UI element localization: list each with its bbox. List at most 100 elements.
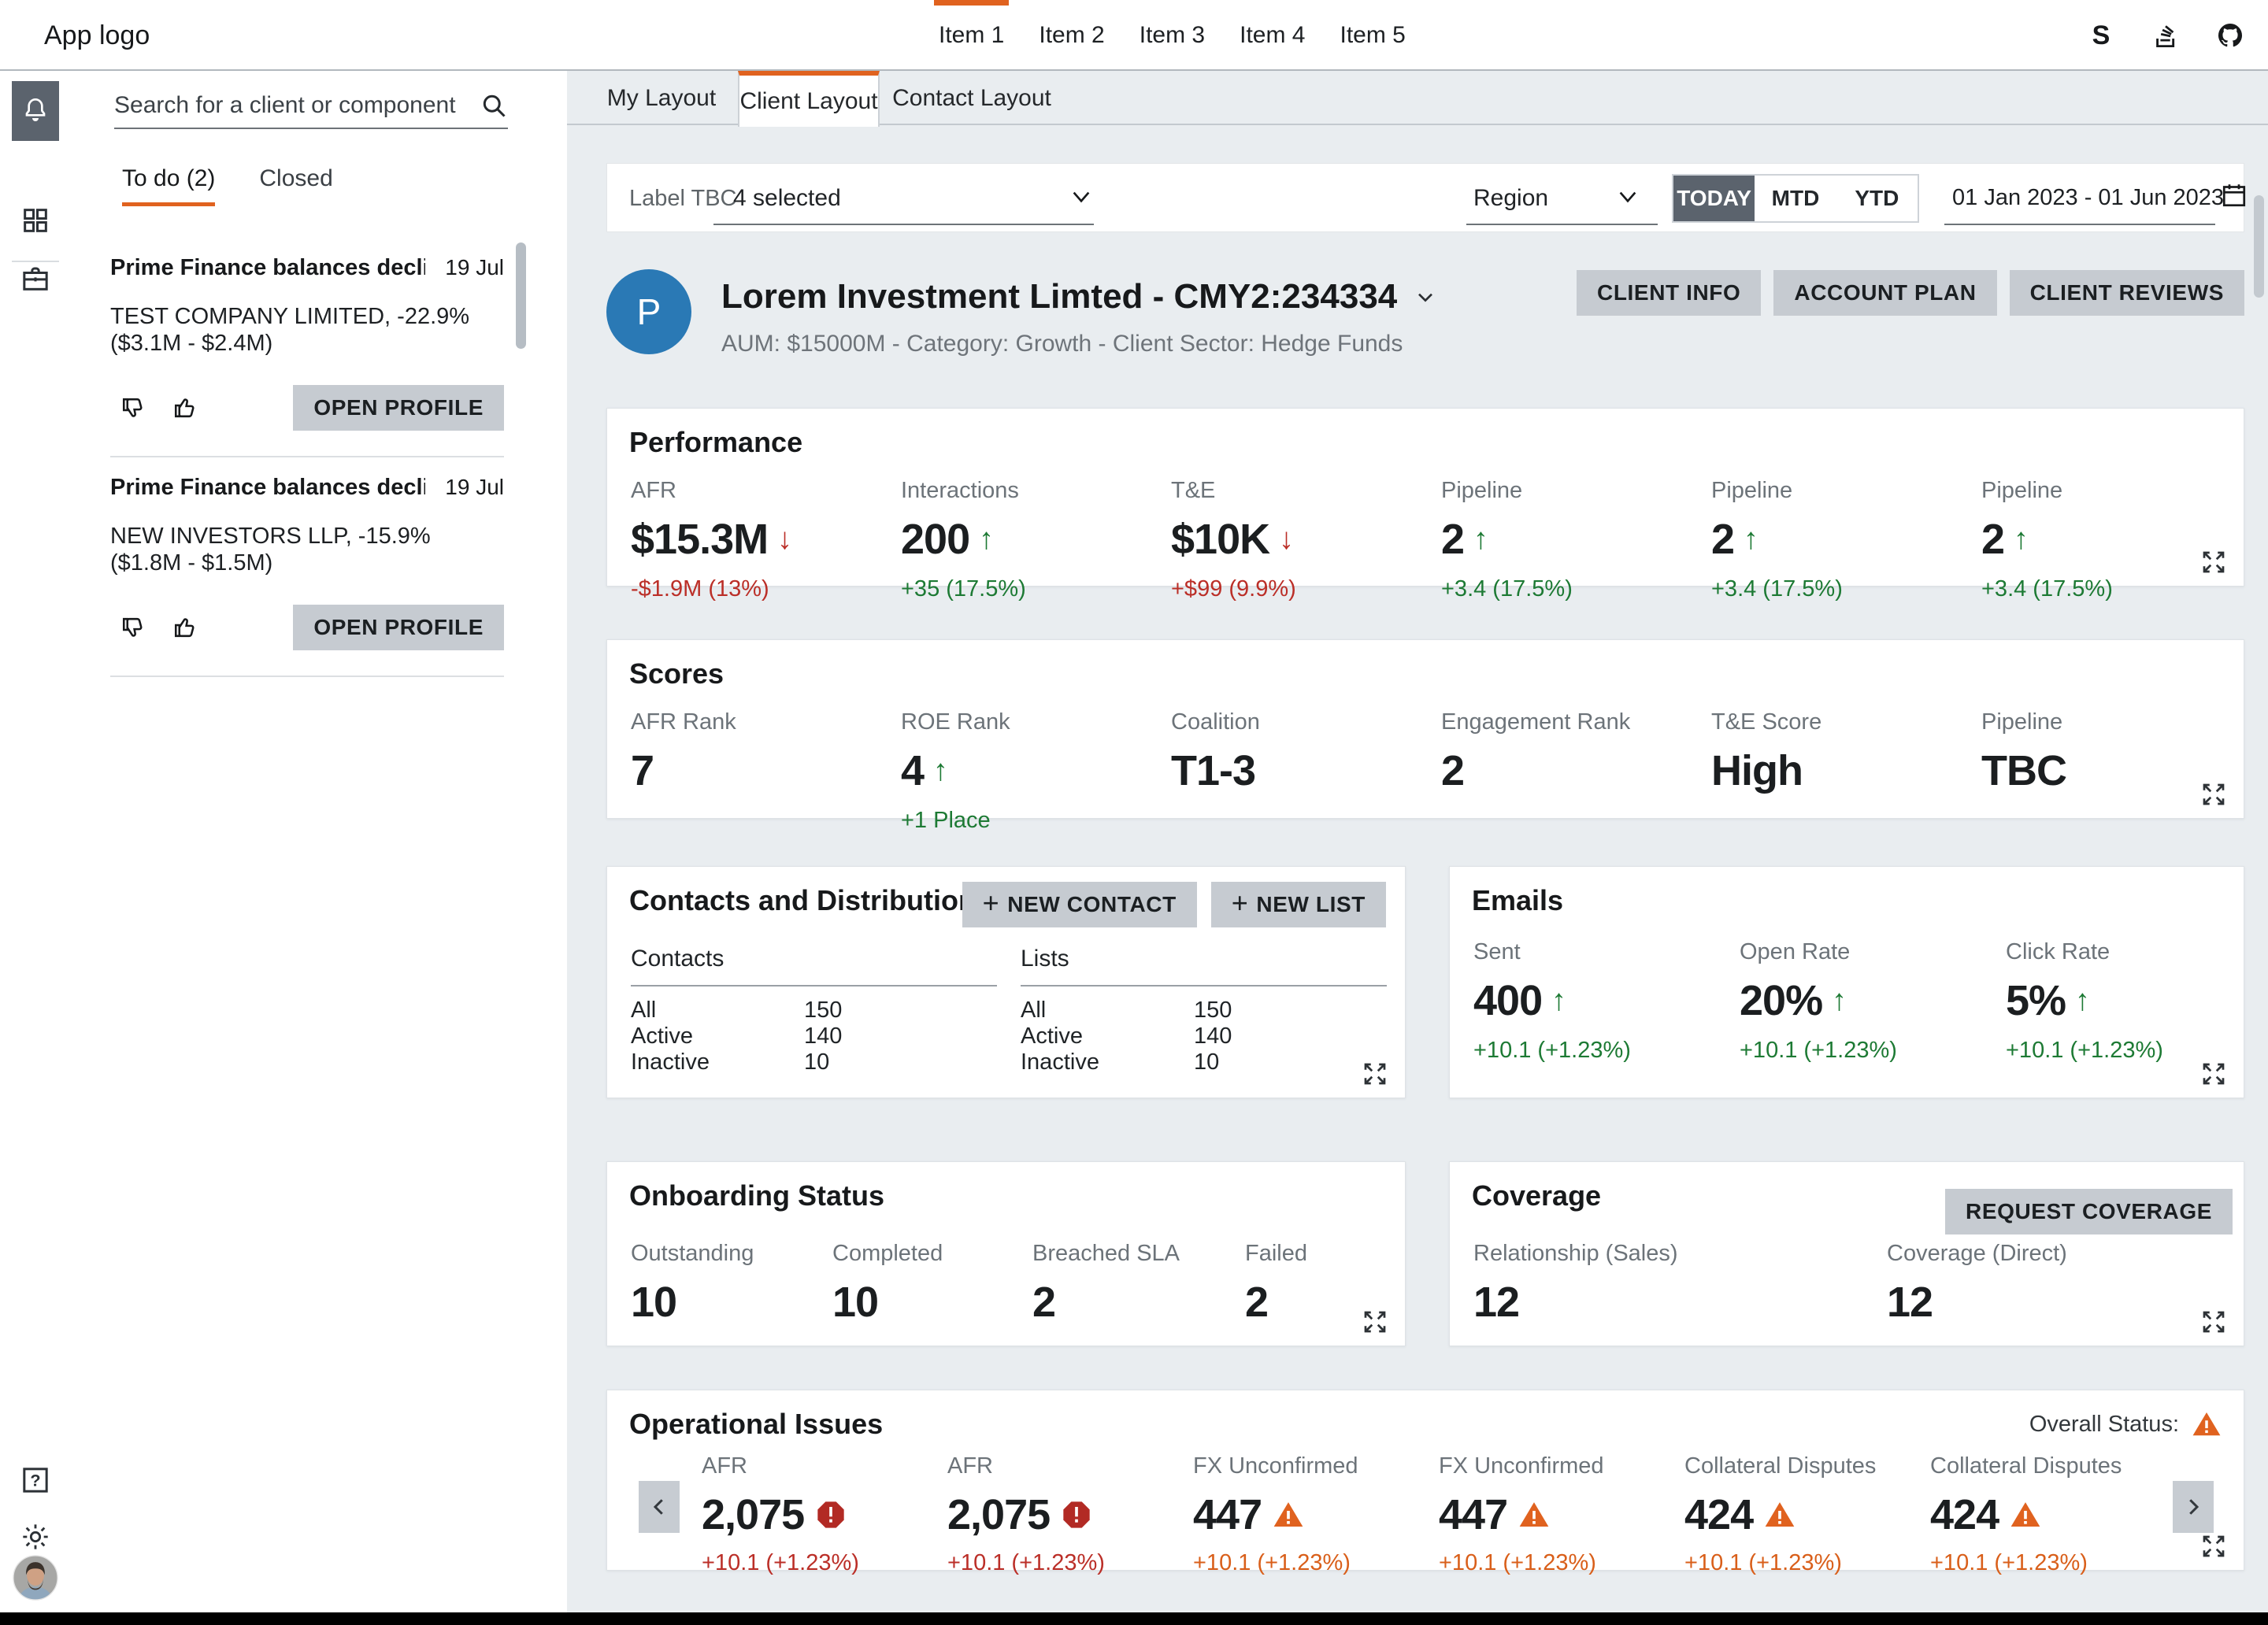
tab-closed[interactable]: Closed (259, 165, 332, 206)
trend-arrow-icon: ↓ (777, 523, 792, 557)
toggle-ytd[interactable]: YTD (1836, 176, 1918, 221)
label-select[interactable]: 4 selected (733, 185, 841, 212)
date-range-value[interactable]: 01 Jan 2023 - 01 Jun 2023 (1952, 185, 2224, 211)
expand-icon[interactable] (1361, 1308, 1389, 1336)
metric-value: 2 (1245, 1278, 1268, 1327)
metric-value: 10 (832, 1278, 878, 1327)
thumbs-down-icon[interactable] (120, 613, 148, 642)
metric-value: $15.3M (631, 515, 768, 564)
tab-client-layout[interactable]: Client Layout (738, 71, 880, 127)
metric-label: Pipeline (1981, 709, 2251, 735)
metric-outstanding: Outstanding 10 (631, 1241, 832, 1327)
metric-value: 4 (901, 746, 924, 795)
expand-icon[interactable] (2199, 548, 2228, 576)
metric-label: Open Rate (1740, 939, 2006, 965)
toggle-today[interactable]: TODAY (1673, 176, 1755, 221)
metric-value: 2 (1032, 1278, 1055, 1327)
score-engagement-rank: Engagement Rank 2 (1441, 709, 1711, 834)
calendar-icon[interactable] (2220, 181, 2248, 209)
metric-change: +10.1 (+1.23%) (1473, 1038, 1740, 1064)
request-coverage-button[interactable]: REQUEST COVERAGE (1945, 1189, 2233, 1234)
tab-contact-layout[interactable]: Contact Layout (884, 71, 1059, 125)
notification-card: Prime Finance balances declined... 19 Ju… (110, 238, 504, 457)
metric-value: 7 (631, 746, 654, 795)
region-select[interactable]: Region (1473, 185, 1548, 212)
metric-change: +35 (17.5%) (901, 576, 1171, 602)
table-row: All150 (1021, 998, 1387, 1023)
metric-value: 400 (1473, 976, 1542, 1025)
account-plan-button[interactable]: ACCOUNT PLAN (1773, 270, 1996, 316)
row-value: 10 (1194, 1049, 1219, 1075)
chevron-down-icon[interactable] (1069, 184, 1094, 209)
metric-value: 200 (901, 515, 969, 564)
nav-item-1[interactable]: Item 1 (936, 0, 1007, 71)
help-icon[interactable]: ? (12, 1450, 59, 1510)
thumbs-up-icon[interactable] (172, 394, 200, 422)
notifications-bell-icon[interactable] (12, 81, 59, 141)
apps-grid-icon[interactable] (12, 191, 59, 250)
score-te-score: T&E Score High (1711, 709, 1981, 834)
group-header: Lists (1021, 946, 1387, 986)
row-label: Active (631, 1023, 804, 1049)
nav-item-3[interactable]: Item 3 (1136, 0, 1208, 71)
metric-value: 5% (2006, 976, 2066, 1025)
sidebar-scrollbar[interactable] (516, 242, 526, 349)
top-bar: App logo Item 1 Item 2 Item 3 Item 4 Ite… (0, 0, 2268, 71)
expand-icon[interactable] (2199, 780, 2228, 809)
chevron-down-icon[interactable] (1615, 184, 1640, 209)
metric-label: Coalition (1171, 709, 1441, 735)
briefcase-icon[interactable] (12, 249, 59, 309)
notification-list: Prime Finance balances declined... 19 Ju… (110, 238, 504, 677)
expand-icon[interactable] (1361, 1060, 1389, 1088)
row-value: 150 (804, 998, 842, 1023)
tab-my-layout[interactable]: My Layout (591, 71, 732, 125)
metric-label: Collateral Disputes (1684, 1453, 1930, 1479)
trend-arrow-icon: ↑ (2075, 984, 2090, 1018)
date-range-toggle: TODAY MTD YTD (1672, 174, 1919, 223)
metric-label: ROE Rank (901, 709, 1171, 735)
user-avatar[interactable] (12, 1554, 59, 1601)
new-list-button[interactable]: +NEW LIST (1211, 882, 1386, 927)
onboarding-card: Onboarding Status Outstanding 10 Complet… (606, 1161, 1406, 1346)
thumbs-down-icon[interactable] (120, 394, 148, 422)
stackoverflow-icon[interactable] (2150, 20, 2181, 51)
nav-item-5[interactable]: Item 5 (1337, 0, 1409, 71)
metric-value: 424 (1930, 1490, 1999, 1539)
scores-card: Scores AFR Rank 7 ROE Rank 4↑ +1 Place C… (606, 639, 2244, 819)
chevron-down-icon[interactable] (1413, 284, 1438, 309)
new-contact-button[interactable]: +NEW CONTACT (962, 882, 1197, 927)
nav-item-2[interactable]: Item 2 (1036, 0, 1107, 71)
client-reviews-button[interactable]: CLIENT REVIEWS (2010, 270, 2244, 316)
s-brand-icon[interactable]: S (2085, 20, 2117, 51)
expand-icon[interactable] (2199, 1060, 2228, 1088)
row-value: 140 (1194, 1023, 1232, 1049)
metric-value: 2 (1981, 515, 2004, 564)
metric-value: 424 (1684, 1490, 1753, 1539)
issue-fx-2: FX Unconfirmed 447 +10.1 (+1.23%) (1439, 1453, 1684, 1576)
search-input[interactable] (114, 92, 480, 119)
metric-value: 2 (1441, 515, 1464, 564)
metric-label: AFR (631, 478, 901, 504)
toggle-mtd[interactable]: MTD (1755, 176, 1836, 221)
carousel-left-button[interactable] (639, 1481, 680, 1533)
main-scrollbar[interactable] (2254, 195, 2264, 298)
search-icon[interactable] (480, 91, 508, 120)
warning-icon (1518, 1499, 1550, 1531)
score-coalition: Coalition T1-3 (1171, 709, 1441, 834)
table-row: All150 (631, 998, 997, 1023)
thumbs-up-icon[interactable] (172, 613, 200, 642)
expand-icon[interactable] (2199, 1308, 2228, 1336)
open-profile-button[interactable]: OPEN PROFILE (293, 385, 504, 431)
carousel-right-button[interactable] (2173, 1481, 2214, 1533)
metric-label: FX Unconfirmed (1439, 1453, 1684, 1479)
metric-change: +$99 (9.9%) (1171, 576, 1441, 602)
metric-change: -$1.9M (13%) (631, 576, 901, 602)
expand-icon[interactable] (2199, 1532, 2228, 1560)
client-info-button[interactable]: CLIENT INFO (1577, 270, 1761, 316)
github-icon[interactable] (2214, 20, 2246, 51)
score-pipeline: Pipeline TBC (1981, 709, 2251, 834)
open-profile-button[interactable]: OPEN PROFILE (293, 605, 504, 650)
metric-label: Engagement Rank (1441, 709, 1711, 735)
nav-item-4[interactable]: Item 4 (1236, 0, 1308, 71)
tab-todo[interactable]: To do (2) (122, 165, 215, 206)
